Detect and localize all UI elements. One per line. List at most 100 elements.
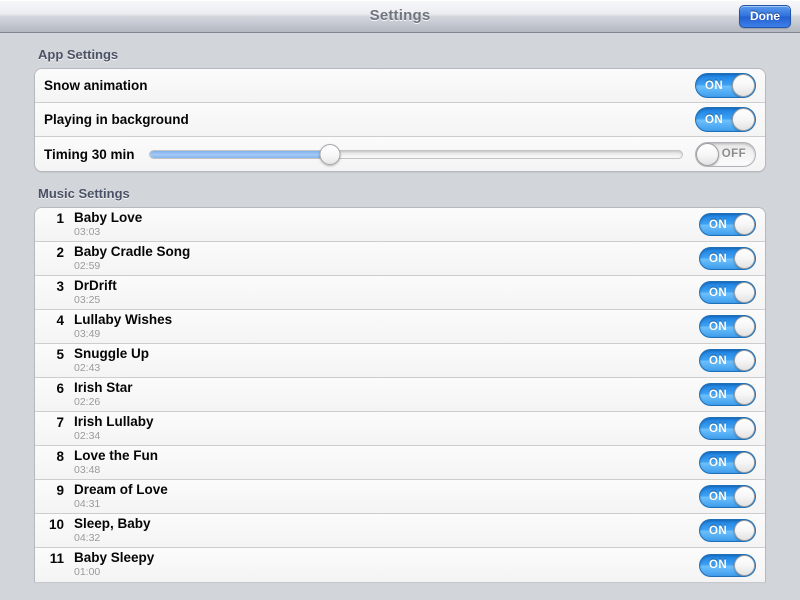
song-row[interactable]: 6 Irish Star 02:26 ON xyxy=(35,378,765,412)
song-switch-wrapper: ON xyxy=(699,276,765,309)
song-switch-wrapper: ON xyxy=(699,378,765,411)
toggle-switch-label: ON xyxy=(705,113,724,126)
song-row[interactable]: 4 Lullaby Wishes 03:49 ON xyxy=(35,310,765,344)
app-settings-row[interactable]: Snow animation ON xyxy=(35,69,765,103)
song-switch-wrapper: ON xyxy=(699,242,765,275)
music-settings-group: 1 Baby Love 03:03 ON 2 Baby Cradle Song 02:59 O… xyxy=(34,207,766,582)
toggle-switch-song-1[interactable]: ON xyxy=(699,247,756,270)
toggle-switch-song-4[interactable]: ON xyxy=(699,349,756,372)
song-switch-wrapper: ON xyxy=(699,208,765,241)
toggle-switch-label: ON xyxy=(709,286,728,299)
song-row[interactable]: 8 Love the Fun 03:48 ON xyxy=(35,446,765,480)
song-switch-wrapper: ON xyxy=(699,344,765,377)
toggle-knob[interactable] xyxy=(734,554,755,576)
song-index: 5 xyxy=(56,347,64,362)
toggle-switch-song-10[interactable]: ON xyxy=(699,553,756,577)
song-duration: 03:25 xyxy=(74,294,101,306)
song-text-block: Dream of Love 04:31 xyxy=(69,480,699,513)
song-title: Dream of Love xyxy=(74,482,168,497)
song-text-block: Baby Cradle Song 02:59 xyxy=(69,242,699,275)
app-settings-row-label: Snow animation xyxy=(44,78,148,93)
song-row[interactable]: 10 Sleep, Baby 04:32 ON xyxy=(35,514,765,548)
toggle-knob[interactable] xyxy=(734,248,755,269)
song-text-block: Baby Sleepy 01:00 xyxy=(69,548,699,582)
song-index: 10 xyxy=(48,517,64,532)
section-header-app-settings: App Settings xyxy=(38,47,119,62)
toggle-switch-label: OFF xyxy=(721,148,746,160)
song-duration: 02:59 xyxy=(74,260,101,272)
song-title: Sleep, Baby xyxy=(74,516,151,531)
toggle-knob[interactable] xyxy=(734,282,755,303)
toggle-switch-song-9[interactable]: ON xyxy=(699,519,756,542)
song-row[interactable]: 9 Dream of Love 04:31 ON xyxy=(35,480,765,514)
timing-slider[interactable] xyxy=(148,142,683,167)
song-title: DrDrift xyxy=(74,278,117,293)
song-index: 3 xyxy=(56,279,64,294)
toggle-knob[interactable] xyxy=(696,142,719,166)
song-row[interactable]: 5 Snuggle Up 02:43 ON xyxy=(35,344,765,378)
toggle-switch-song-7[interactable]: ON xyxy=(699,451,756,474)
toggle-knob[interactable] xyxy=(734,452,755,473)
toggle-knob[interactable] xyxy=(734,486,755,507)
song-index: 1 xyxy=(56,211,64,226)
song-index: 2 xyxy=(56,245,64,260)
song-duration: 02:43 xyxy=(74,362,101,374)
toggle-knob[interactable] xyxy=(732,108,755,131)
toggle-switch-label: ON xyxy=(709,456,728,469)
slider-fill xyxy=(149,150,331,158)
song-title: Snuggle Up xyxy=(74,346,149,361)
song-duration: 02:34 xyxy=(74,430,101,442)
toggle-switch-song-2[interactable]: ON xyxy=(699,281,756,304)
song-text-block: DrDrift 03:25 xyxy=(69,276,699,309)
toggle-switch-app-1[interactable]: ON xyxy=(695,107,756,132)
song-row[interactable]: 11 Baby Sleepy 01:00 ON xyxy=(35,548,765,582)
toggle-knob[interactable] xyxy=(732,74,755,97)
toggle-switch-label: ON xyxy=(709,252,728,265)
app-settings-row[interactable]: Playing in background ON xyxy=(35,103,765,137)
song-row[interactable]: 2 Baby Cradle Song 02:59 ON xyxy=(35,242,765,276)
slider-thumb[interactable] xyxy=(319,143,341,165)
song-switch-wrapper: ON xyxy=(699,548,765,582)
toggle-knob[interactable] xyxy=(734,316,755,337)
toggle-switch-song-6[interactable]: ON xyxy=(699,417,756,440)
toggle-knob[interactable] xyxy=(734,418,755,439)
song-text-block: Sleep, Baby 04:32 xyxy=(69,514,699,547)
toggle-switch-label: ON xyxy=(709,490,728,503)
page-title: Settings xyxy=(369,7,431,24)
toggle-switch-label: ON xyxy=(709,524,728,537)
toggle-switch-label: ON xyxy=(709,218,728,231)
slider-track[interactable] xyxy=(148,149,683,159)
toggle-switch-label: ON xyxy=(709,354,728,367)
done-button[interactable]: Done xyxy=(739,5,791,28)
song-index: 9 xyxy=(56,483,64,498)
toggle-switch-label: ON xyxy=(709,388,728,401)
song-duration: 03:48 xyxy=(74,464,101,476)
toggle-knob[interactable] xyxy=(734,384,755,405)
song-title: Baby Love xyxy=(74,210,143,225)
toggle-switch-app-2[interactable]: OFF xyxy=(695,141,756,167)
toggle-knob[interactable] xyxy=(734,214,755,235)
toggle-switch-song-0[interactable]: ON xyxy=(699,213,756,236)
toggle-switch-song-3[interactable]: ON xyxy=(699,315,756,338)
toggle-switch-song-8[interactable]: ON xyxy=(699,485,756,508)
song-title: Baby Sleepy xyxy=(74,550,155,565)
song-row[interactable]: 3 DrDrift 03:25 ON xyxy=(35,276,765,310)
section-header-music-settings: Music Settings xyxy=(38,186,130,201)
song-row[interactable]: 1 Baby Love 03:03 ON xyxy=(35,208,765,242)
toggle-switch-song-5[interactable]: ON xyxy=(699,383,756,406)
song-text-block: Love the Fun 03:48 xyxy=(69,446,699,479)
app-settings-row[interactable]: Timing 30 min OFF xyxy=(35,137,765,171)
toggle-knob[interactable] xyxy=(734,350,755,371)
song-switch-wrapper: ON xyxy=(699,310,765,343)
toggle-switch-app-0[interactable]: ON xyxy=(695,73,756,98)
song-index: 4 xyxy=(56,313,64,328)
song-title: Irish Lullaby xyxy=(74,414,154,429)
song-text-block: Irish Lullaby 02:34 xyxy=(69,412,699,445)
song-text-block: Lullaby Wishes 03:49 xyxy=(69,310,699,343)
song-row[interactable]: 7 Irish Lullaby 02:34 ON xyxy=(35,412,765,446)
app-settings-group: Snow animation ON Playing in background ON T… xyxy=(34,68,766,172)
toggle-knob[interactable] xyxy=(734,520,755,541)
settings-scroll-area[interactable]: App Settings Snow animation ON Playing in … xyxy=(0,33,800,599)
song-title: Baby Cradle Song xyxy=(74,244,191,259)
song-title: Irish Star xyxy=(74,380,133,395)
